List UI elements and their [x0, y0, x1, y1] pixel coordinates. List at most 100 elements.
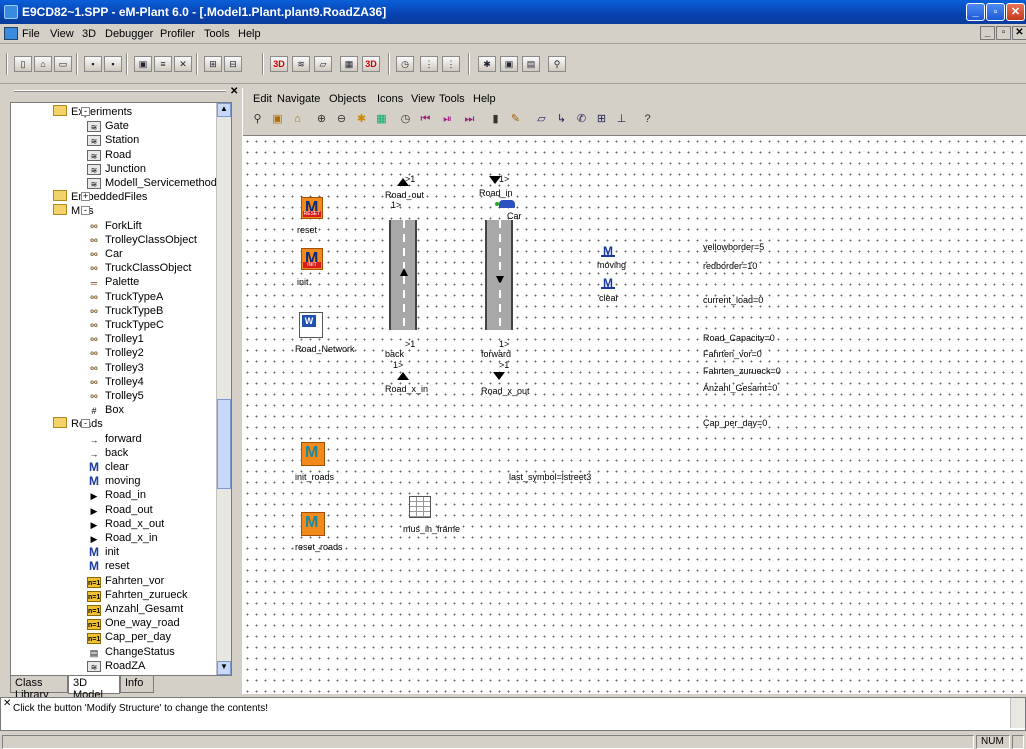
menu-profiler[interactable]: Profiler: [160, 28, 195, 40]
tree-item[interactable]: -Roads: [53, 417, 103, 431]
model-menu-navigate[interactable]: Navigate: [277, 93, 320, 105]
open-icon[interactable]: ▭: [54, 56, 72, 72]
scroll-up-icon[interactable]: ▲: [217, 103, 231, 117]
open-location-icon[interactable]: ▣: [269, 111, 286, 128]
connector-icon[interactable]: ↳: [553, 111, 570, 128]
3d-window-icon[interactable]: ▦: [340, 56, 358, 72]
word-document-icon[interactable]: W: [299, 312, 323, 338]
mdi-restore-button[interactable]: ▫: [996, 26, 1011, 40]
yellowborder-variable[interactable]: yellowborder=5: [703, 242, 764, 252]
monitor-icon[interactable]: ▣: [500, 56, 518, 72]
tree-item[interactable]: ▤ ChangeStatus: [87, 645, 175, 659]
menu-tools[interactable]: Tools: [204, 28, 230, 40]
app-icon[interactable]: [4, 5, 18, 19]
redborder-variable[interactable]: redborder=10: [703, 261, 757, 271]
menu-debugger[interactable]: Debugger: [105, 28, 153, 40]
model-menu-help[interactable]: Help: [473, 93, 496, 105]
hierarchy-dropdown-icon[interactable]: ⊟: [224, 56, 242, 72]
tree-item[interactable]: n=1 Cap_per_day: [87, 630, 171, 645]
tree-item[interactable]: n=1 Fahrten_vor: [87, 574, 164, 588]
tree-scrollbar[interactable]: ▲ ▼: [216, 103, 231, 675]
grid-icon[interactable]: ⊞: [593, 111, 610, 128]
clock-icon[interactable]: ◷: [396, 56, 414, 72]
road-x-in-triangle-icon[interactable]: [397, 372, 409, 380]
reset-roads-method-icon[interactable]: M: [301, 512, 325, 536]
3d-table-icon[interactable]: 3D: [362, 56, 380, 72]
collapse-icon[interactable]: -: [81, 419, 90, 429]
window-icon[interactable]: ▣: [134, 56, 152, 72]
tree-item[interactable]: ᵒᵒ Trolley4: [87, 375, 143, 389]
event-icon[interactable]: ✱: [353, 111, 370, 128]
init-roads-method-icon[interactable]: M: [301, 442, 325, 466]
3d-disabled-icon[interactable]: ≋: [292, 56, 310, 72]
save-icon[interactable]: ▪: [84, 56, 102, 72]
tree-item[interactable]: ᵒᵒ TruckTypeC: [87, 318, 164, 332]
tree-item[interactable]: # Box: [87, 403, 123, 417]
tree-item[interactable]: ᵒᵒ ForkLift: [87, 219, 141, 233]
pane-close-icon[interactable]: ✕: [3, 698, 11, 709]
grid-view-icon[interactable]: ▦: [373, 111, 390, 128]
model-menu-tools[interactable]: Tools: [439, 93, 465, 105]
expand-icon[interactable]: +: [81, 192, 90, 202]
reset-icon[interactable]: ⏮: [417, 111, 434, 128]
close-button[interactable]: ✕: [1006, 3, 1025, 21]
tree-item[interactable]: ▶ Road_x_in: [87, 531, 158, 545]
menu-file[interactable]: File: [22, 28, 40, 40]
tree-item[interactable]: ᵒᵒ Trolley5: [87, 389, 143, 403]
tree-item[interactable]: Mmoving: [87, 474, 140, 488]
step-icon[interactable]: ⏯: [439, 111, 456, 128]
minimize-button[interactable]: _: [966, 3, 985, 21]
road-forward-track[interactable]: [485, 220, 513, 330]
tab-3d-model[interactable]: 3D Model: [68, 676, 120, 701]
fahrten-zurueck-variable[interactable]: Fahrten_zurueck=0: [703, 366, 781, 376]
tree-item[interactable]: ᵒᵒ Trolley1: [87, 332, 143, 346]
tools-icon[interactable]: ✕: [174, 56, 192, 72]
3d-icon[interactable]: 3D: [270, 56, 288, 72]
tree-item[interactable]: ≋ Modell_Servicemethods: [87, 176, 222, 190]
list-icon[interactable]: ≡: [154, 56, 172, 72]
fahrten-vor-variable[interactable]: Fahrten_vor=0: [703, 349, 762, 359]
tree-item[interactable]: ᵒᵒ TruckTypeA: [87, 290, 163, 304]
zoom-out-icon[interactable]: ⊖: [333, 111, 350, 128]
last-symbol-variable[interactable]: last_symbol=lstreet3: [509, 472, 591, 482]
table-file-icon[interactable]: [409, 496, 431, 518]
3d-view-icon[interactable]: ▱: [314, 56, 332, 72]
current-load-variable[interactable]: current_load=0: [703, 295, 763, 305]
model-menu-icons[interactable]: Icons: [377, 93, 403, 105]
clock-icon[interactable]: ◷: [397, 111, 414, 128]
hierarchy-icon[interactable]: ⊞: [204, 56, 222, 72]
document-icon[interactable]: [4, 27, 18, 40]
tree-item[interactable]: n=1 Anzahl_Gesamt: [87, 602, 183, 616]
clear-method-icon[interactable]: M: [601, 277, 615, 289]
tree-item[interactable]: → forward: [87, 432, 142, 446]
brush-icon[interactable]: ✎: [507, 111, 524, 128]
moving-method-icon[interactable]: M: [601, 245, 615, 257]
tree-icon[interactable]: ⊥: [613, 111, 630, 128]
scroll-down-icon[interactable]: ▼: [217, 661, 231, 675]
tree-item[interactable]: ≋ Road: [87, 148, 131, 162]
tree-item[interactable]: n=1 Fahrten_zurueck: [87, 588, 188, 602]
road-capacity-variable[interactable]: Road_Capacity=0: [703, 333, 775, 343]
tree-item[interactable]: ᵒᵒ TruckTypeB: [87, 304, 163, 318]
tree-item[interactable]: -MUs: [53, 204, 94, 218]
model-menu-objects[interactable]: Objects: [329, 93, 366, 105]
tree-item[interactable]: ≋ Junction: [87, 162, 146, 176]
tree-item[interactable]: ≋ Station: [87, 133, 139, 147]
tree-item[interactable]: ▶ Road_in: [87, 488, 146, 502]
menu-3d[interactable]: 3D: [82, 28, 96, 40]
grid2-icon[interactable]: ⋮: [442, 56, 460, 72]
reset-method-icon[interactable]: M RESET: [301, 197, 323, 219]
collapse-icon[interactable]: -: [81, 107, 90, 116]
maximize-button[interactable]: ▫: [986, 3, 1005, 21]
tree-item[interactable]: ᵒᵒ Car: [87, 247, 122, 261]
model-menu-view[interactable]: View: [411, 93, 435, 105]
tab-info[interactable]: Info: [120, 676, 154, 693]
tree-item[interactable]: → back: [87, 446, 129, 460]
tree-item[interactable]: ᵒᵒ TrolleyClassObject: [87, 233, 197, 247]
binoculars-icon[interactable]: ⚲: [548, 56, 566, 72]
tree-item[interactable]: ≋ RoadZA: [87, 659, 145, 673]
tree-item[interactable]: - Experiments: [53, 105, 132, 119]
road-out-triangle-icon[interactable]: [397, 178, 409, 186]
tree-item[interactable]: Mreset: [87, 559, 129, 573]
mdi-close-button[interactable]: ✕: [1012, 26, 1026, 40]
